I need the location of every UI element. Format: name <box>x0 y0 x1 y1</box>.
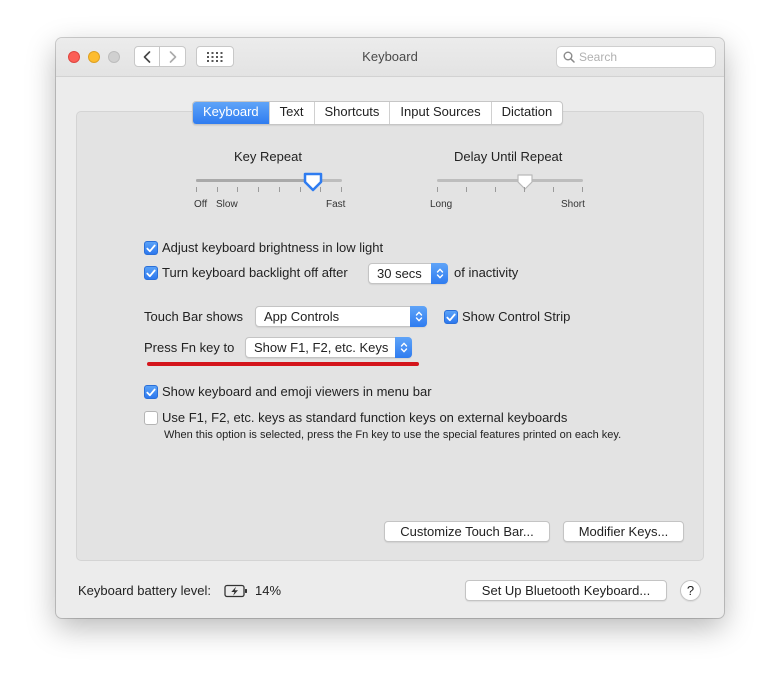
battery-label: Keyboard battery level: <box>78 583 211 598</box>
backlight-timeout-popup[interactable]: 30 secs <box>368 263 448 284</box>
annotation-underline <box>147 362 419 366</box>
key-repeat-fill <box>196 179 313 182</box>
function-keys-checkbox[interactable] <box>144 411 158 425</box>
slider-tick <box>524 187 525 192</box>
fn-key-label: Press Fn key to <box>144 340 235 355</box>
tab-dictation[interactable]: Dictation <box>490 102 563 124</box>
battery-value: 14% <box>255 583 282 598</box>
control-strip-checkbox[interactable] <box>444 310 458 324</box>
keyboard-panel <box>76 111 704 561</box>
title-bar: Keyboard <box>56 38 724 77</box>
checkmark-icon <box>446 313 456 321</box>
tab-bar: Keyboard Text Shortcuts Input Sources Di… <box>192 101 564 125</box>
tab-text[interactable]: Text <box>268 102 314 124</box>
slider-tick <box>258 187 259 192</box>
key-repeat-slow-label: Slow <box>216 199 238 210</box>
checkmark-icon <box>146 244 156 252</box>
checkmark-icon <box>146 269 156 277</box>
slider-tick <box>437 187 438 192</box>
viewers-label[interactable]: Show keyboard and emoji viewers in menu … <box>162 384 432 399</box>
function-keys-note: When this option is selected, press the … <box>164 429 622 441</box>
delay-short-label: Short <box>561 199 585 210</box>
touch-bar-value: App Controls <box>264 309 340 324</box>
backlight-suffix-label: of inactivity <box>454 265 519 280</box>
popup-arrows-icon <box>410 306 427 327</box>
search-input[interactable] <box>579 50 709 64</box>
brightness-checkbox[interactable] <box>144 241 158 255</box>
touch-bar-popup[interactable]: App Controls <box>255 306 427 327</box>
tab-shortcuts[interactable]: Shortcuts <box>313 102 390 124</box>
delay-until-repeat-track[interactable] <box>437 179 583 182</box>
search-field[interactable] <box>556 46 716 68</box>
fn-key-value: Show F1, F2, etc. Keys <box>254 340 389 355</box>
fn-key-popup[interactable]: Show F1, F2, etc. Keys <box>245 337 412 358</box>
slider-tick <box>217 187 218 192</box>
slider-tick <box>582 187 583 192</box>
delay-long-label: Long <box>430 199 453 210</box>
brightness-label[interactable]: Adjust keyboard brightness in low light <box>162 240 383 255</box>
function-keys-label[interactable]: Use F1, F2, etc. keys as standard functi… <box>162 410 567 425</box>
control-strip-label[interactable]: Show Control Strip <box>462 309 570 324</box>
backlight-checkbox[interactable] <box>144 266 158 280</box>
checkmark-icon <box>146 388 156 396</box>
slider-tick <box>466 187 467 192</box>
backlight-timeout-value: 30 secs <box>377 266 422 281</box>
slider-tick <box>495 187 496 192</box>
customize-touch-bar-button[interactable]: Customize Touch Bar... <box>384 521 550 542</box>
slider-tick <box>237 187 238 192</box>
slider-tick <box>300 187 301 192</box>
slider-tick <box>341 187 342 192</box>
battery-charging-icon <box>224 584 247 598</box>
modifier-keys-button[interactable]: Modifier Keys... <box>563 521 684 542</box>
key-repeat-off-label: Off <box>194 199 208 210</box>
key-repeat-label: Key Repeat <box>234 149 302 164</box>
popup-arrows-icon <box>431 263 448 284</box>
help-button[interactable]: ? <box>680 580 701 601</box>
key-repeat-fast-label: Fast <box>326 199 346 210</box>
backlight-label[interactable]: Turn keyboard backlight off after <box>162 265 348 280</box>
viewers-checkbox[interactable] <box>144 385 158 399</box>
slider-tick <box>320 187 321 192</box>
preferences-window: Keyboard Keyboard Text Shortcuts Input S… <box>56 38 724 618</box>
popup-arrows-icon <box>395 337 412 358</box>
search-icon <box>563 51 575 63</box>
bluetooth-keyboard-button[interactable]: Set Up Bluetooth Keyboard... <box>465 580 667 601</box>
slider-tick <box>553 187 554 192</box>
tab-keyboard[interactable]: Keyboard <box>193 102 269 124</box>
delay-until-repeat-label: Delay Until Repeat <box>454 149 563 164</box>
touch-bar-label: Touch Bar shows <box>144 309 243 324</box>
slider-tick <box>196 187 197 192</box>
slider-tick <box>279 187 280 192</box>
tab-input-sources[interactable]: Input Sources <box>389 102 490 124</box>
